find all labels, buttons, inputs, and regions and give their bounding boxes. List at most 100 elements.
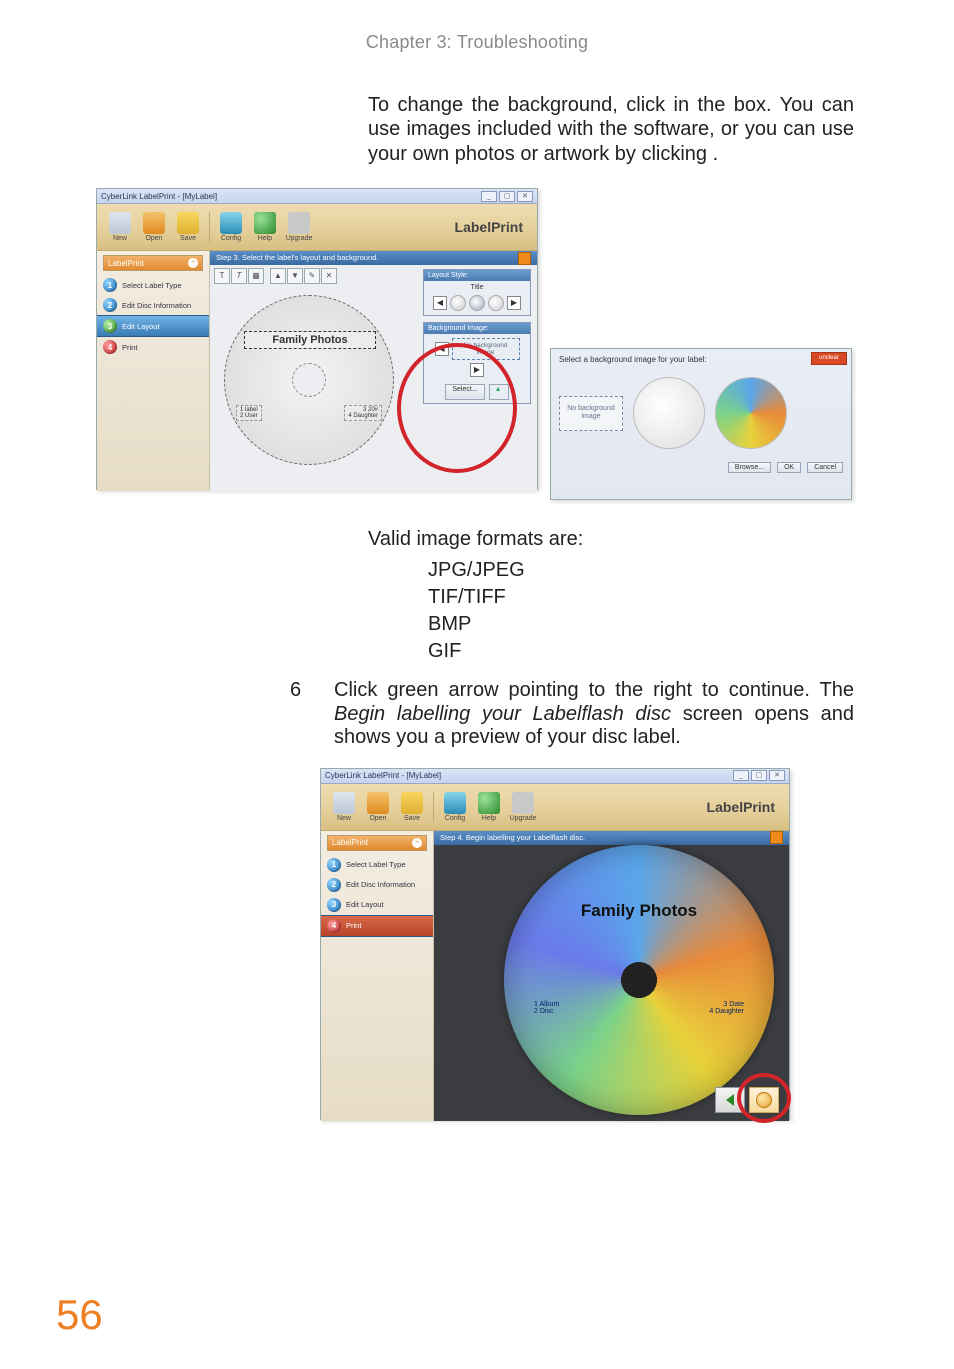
dialog-thumb-1[interactable] [633,377,705,449]
tool-edit[interactable]: ✎ [304,268,320,284]
sidebar-step-3[interactable]: 3Edit Layout [97,315,209,337]
sidebar-step-2[interactable]: 2Edit Disc Information [321,875,433,895]
tool-gap [265,268,269,282]
toolbar-upgrade-label: Upgrade [510,815,537,822]
preview-meta-right-1: 3 Date [709,1001,744,1008]
dialog-ok-button[interactable]: OK [777,462,801,473]
minimize-button[interactable]: _ [481,191,497,202]
sidebar-collapse-icon[interactable]: − [188,258,198,268]
close-button[interactable]: ✕ [769,770,785,781]
bg-none-tile[interactable]: No background image [452,338,520,360]
preview-disc-title: Family Photos [504,901,774,921]
sidebar-collapse-icon[interactable]: − [412,838,422,848]
toolbar-new[interactable]: New [105,212,135,242]
nav-next-button[interactable] [749,1087,779,1113]
banner-help-icon[interactable] [770,831,783,844]
tool-italic[interactable]: T [231,268,247,284]
bg-next-button[interactable]: ▶ [470,363,484,377]
step2-icon: 2 [103,298,117,312]
format-item: BMP [428,611,854,638]
app-logo-text: LabelPrint [707,799,781,815]
toolbar-upgrade-label: Upgrade [286,235,313,242]
bg-import-button[interactable] [489,384,509,400]
disc-title-field[interactable]: Family Photos [244,331,376,349]
layout-thumb-2[interactable] [469,295,485,311]
tool-delete[interactable]: ✕ [321,268,337,284]
tool-text[interactable]: T [214,268,230,284]
step3-label: Edit Layout [122,322,160,331]
toolbar-open-label: Open [145,235,162,242]
preview-content: Step 4. Begin labelling your Labelflash … [434,831,789,1121]
bg-prev-button[interactable]: ◀ [435,342,449,356]
dialog-thumb-2[interactable] [715,377,787,449]
dialog-cancel-button[interactable]: Cancel [807,462,843,473]
step1-label: Select Label Type [122,281,182,290]
background-select-dialog: unclear Select a background image for yo… [550,348,852,500]
step3-banner-text: Step 3. Select the label's layout and ba… [216,251,378,265]
toolbar-save[interactable]: Save [173,212,203,242]
layout-thumb-1[interactable] [450,295,466,311]
disc-meta-left[interactable]: 1 label 2 User [236,405,262,421]
bg-select-button[interactable]: Select... [445,384,484,400]
toolbar-open[interactable]: Open [363,792,393,822]
sidebar-step-1[interactable]: 1 Select Label Type [321,855,433,875]
sidebar-step-1[interactable]: 1 Select Label Type [97,275,209,295]
step3-label: Edit Layout [346,900,384,909]
minimize-button[interactable]: _ [733,770,749,781]
formats-list: JPG/JPEG TIF/TIFF BMP GIF [368,557,854,665]
disc-meta-right[interactable]: 3 20# 4 Daughter [344,405,382,421]
toolbar-save-label: Save [404,815,420,822]
upgrade-icon [512,792,534,814]
step6-pre: Click green arrow pointing to the right … [334,679,854,701]
toolbar-help[interactable]: Help [474,792,504,822]
toolbar-help[interactable]: Help [250,212,280,242]
toolbar-config[interactable]: Config [440,792,470,822]
maximize-button[interactable]: ▢ [751,770,767,781]
window-titlebar: CyberLink LabelPrint - [MyLabel] _ ▢ ✕ [97,189,537,204]
disc-meta-right-2: 4 Daughter [348,413,378,419]
nav-prev-button[interactable] [715,1087,745,1113]
dialog-help-badge[interactable]: unclear [811,352,847,365]
layout-thumb-3[interactable] [488,295,504,311]
toolbar-config[interactable]: Config [216,212,246,242]
tool-image[interactable]: ▦ [248,268,264,284]
layout-style-header: Layout Style: [424,270,530,281]
preview-meta-left-2: 2 Disc [534,1008,559,1015]
editor-content: Step 3. Select the label's layout and ba… [210,251,537,491]
sidebar-step-4[interactable]: 4Print [321,915,433,937]
toolbar-upgrade[interactable]: Upgrade [284,212,314,242]
step1-icon: 1 [327,858,341,872]
step4-banner-text: Step 4. Begin labelling your Labelflash … [440,831,585,845]
labelprint-window-step4: CyberLink LabelPrint - [MyLabel] _ ▢ ✕ N… [320,768,790,1120]
toolbar-new[interactable]: New [329,792,359,822]
toolbar-divider [209,212,210,242]
toolbar-help-label: Help [482,815,496,822]
step-6-text: Click green arrow pointing to the right … [334,679,854,750]
step4-icon: 4 [327,919,341,933]
step4-icon: 4 [103,340,117,354]
toolbar-upgrade[interactable]: Upgrade [508,792,538,822]
layout-next-button[interactable]: ▶ [507,296,521,310]
step1-label: Select Label Type [346,860,406,869]
step1-icon: 1 [103,278,117,292]
toolbar-open[interactable]: Open [139,212,169,242]
format-item: GIF [428,638,854,665]
sidebar-step-3[interactable]: 3 Edit Layout [321,895,433,915]
dialog-thumb-none[interactable]: No background image [559,396,623,431]
tool-back[interactable]: ▼ [287,268,303,284]
tool-front[interactable]: ▲ [270,268,286,284]
banner-help-icon[interactable] [518,252,531,265]
window-buttons: _ ▢ ✕ [481,191,533,202]
sidebar-step-4[interactable]: 4Print [97,337,209,357]
step3-icon: 3 [327,898,341,912]
layout-prev-button[interactable]: ◀ [433,296,447,310]
maximize-button[interactable]: ▢ [499,191,515,202]
preview-meta-right: 3 Date 4 Daughter [709,1001,744,1015]
dialog-browse-button[interactable]: Browse... [728,462,771,473]
toolbar-save[interactable]: Save [397,792,427,822]
app-toolbar: New Open Save Config Help Upgrade LabelP… [321,784,789,831]
close-button[interactable]: ✕ [517,191,533,202]
format-item: JPG/JPEG [428,557,854,584]
sidebar-step-2[interactable]: 2Edit Disc Information [97,295,209,315]
wizard-sidebar: LabelPrint − 1Select Label Type 2Edit Di… [97,251,210,491]
